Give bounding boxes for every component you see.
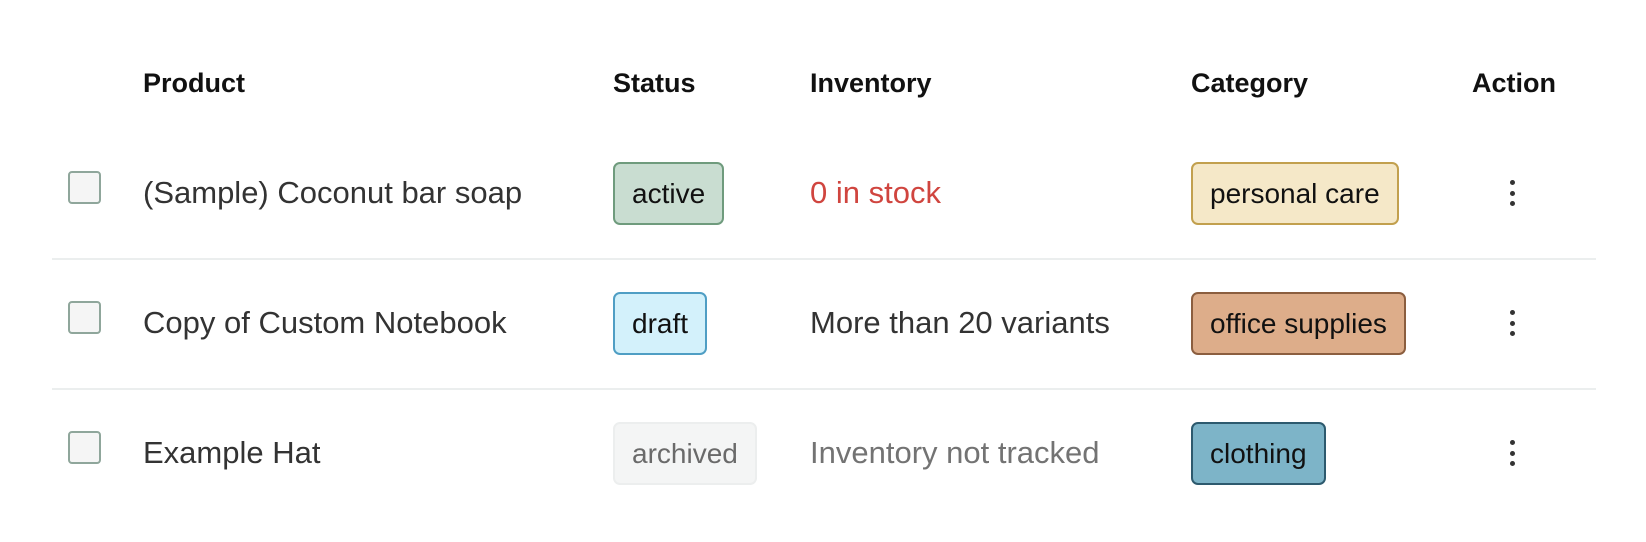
row-select-checkbox[interactable] xyxy=(68,431,101,464)
product-name[interactable]: Copy of Custom Notebook xyxy=(143,260,507,386)
row-select-checkbox[interactable] xyxy=(68,171,101,204)
more-vertical-icon[interactable] xyxy=(1502,438,1522,468)
column-header-inventory[interactable]: Inventory xyxy=(810,68,932,99)
product-name[interactable]: Example Hat xyxy=(143,390,320,516)
inventory-text: More than 20 variants xyxy=(810,305,1110,340)
table-body: (Sample) Coconut bar soap active 0 in st… xyxy=(52,130,1596,520)
table-row: (Sample) Coconut bar soap active 0 in st… xyxy=(52,130,1596,260)
table-row: Copy of Custom Notebook draft More than … xyxy=(52,260,1596,390)
column-header-category[interactable]: Category xyxy=(1191,68,1308,99)
more-vertical-icon[interactable] xyxy=(1502,178,1522,208)
inventory-text: 0 in stock xyxy=(810,175,941,210)
inventory-text: Inventory not tracked xyxy=(810,435,1100,470)
column-header-status[interactable]: Status xyxy=(613,68,696,99)
product-name[interactable]: (Sample) Coconut bar soap xyxy=(143,130,522,256)
category-badge: office supplies xyxy=(1191,291,1406,355)
category-badge: clothing xyxy=(1191,421,1326,485)
row-select-checkbox[interactable] xyxy=(68,301,101,334)
products-table: Product Status Inventory Category Action… xyxy=(52,40,1596,520)
status-badge: archived xyxy=(613,421,757,485)
category-badge: personal care xyxy=(1191,161,1399,225)
column-header-action: Action xyxy=(1472,68,1556,98)
status-badge: active xyxy=(613,161,725,225)
more-vertical-icon[interactable] xyxy=(1502,308,1522,338)
status-badge: draft xyxy=(613,291,708,355)
column-header-product[interactable]: Product xyxy=(143,68,245,99)
table-row: Example Hat archived Inventory not track… xyxy=(52,390,1596,520)
table-header: Product Status Inventory Category Action xyxy=(52,40,1596,130)
